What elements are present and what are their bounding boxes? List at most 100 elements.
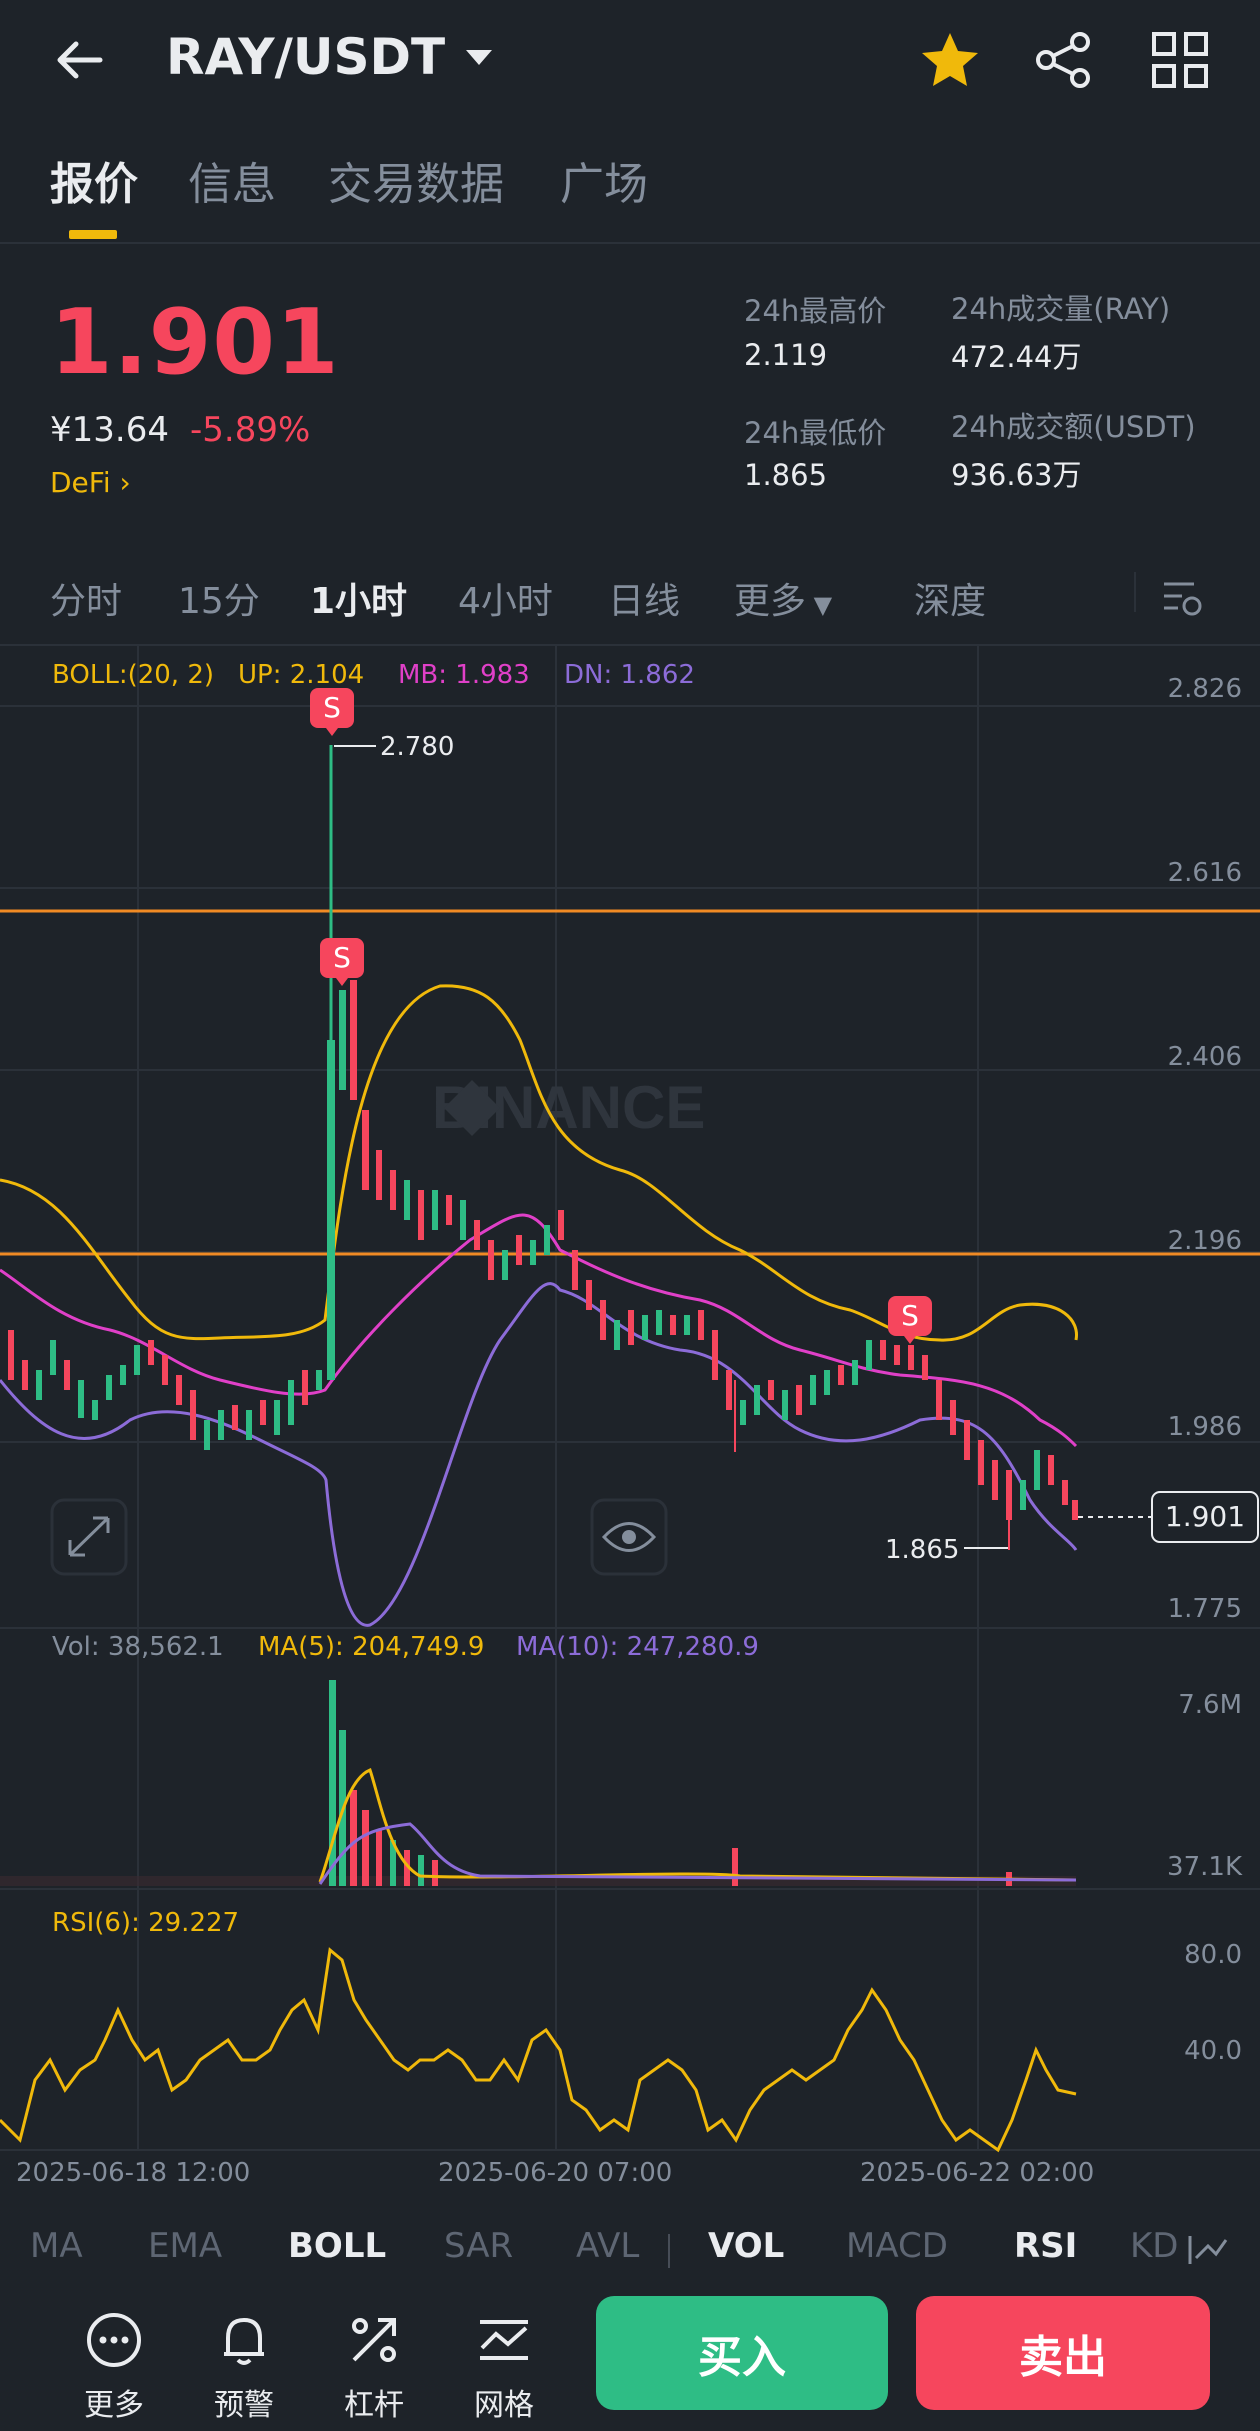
main-tabs: 报价 信息 交易数据 广场 bbox=[0, 148, 1260, 244]
candle bbox=[218, 1410, 224, 1440]
boll-up-line bbox=[0, 984, 1078, 1342]
grid-icon[interactable] bbox=[1148, 28, 1212, 92]
interval-depth[interactable]: 深度 bbox=[914, 572, 986, 624]
candle bbox=[964, 1420, 970, 1460]
candle bbox=[950, 1400, 956, 1435]
candle bbox=[390, 1170, 396, 1210]
tab-square[interactable]: 广场 bbox=[560, 148, 648, 212]
candle bbox=[516, 1235, 522, 1265]
price-axis-label: 1.986 bbox=[1167, 1412, 1242, 1442]
candle bbox=[866, 1340, 872, 1370]
candle bbox=[614, 1320, 620, 1350]
candle bbox=[204, 1420, 210, 1450]
candle bbox=[418, 1190, 424, 1240]
low-label: 24h最低价 bbox=[744, 416, 887, 450]
ind-tab-ma[interactable]: MA bbox=[30, 2226, 83, 2266]
high-label: 24h最高价 bbox=[744, 294, 887, 328]
candle bbox=[50, 1340, 56, 1375]
rsi-label: RSI(6): 29.227 bbox=[52, 1908, 240, 1938]
kline-chart[interactable]: BINANCE 2.780 1.865 S S S 1.901 bbox=[0, 645, 1260, 2205]
rsi-axis-label: 80.0 bbox=[1184, 1940, 1242, 1970]
svg-text:S: S bbox=[333, 941, 351, 974]
candles bbox=[8, 745, 1078, 1550]
leverage-icon bbox=[352, 2318, 396, 2362]
indicator-settings-icon[interactable] bbox=[1186, 2230, 1230, 2270]
candle bbox=[22, 1360, 28, 1390]
last-price: 1.901 bbox=[50, 290, 340, 395]
candle bbox=[726, 1370, 732, 1410]
interval-bar: 分时 15分 1小时 4小时 日线 更多 ▼ 深度 bbox=[0, 560, 1260, 646]
interval-15m[interactable]: 15分 bbox=[178, 572, 260, 624]
candle bbox=[852, 1360, 858, 1385]
expand-icon[interactable] bbox=[50, 1498, 128, 1576]
price-axis-label: 2.616 bbox=[1167, 858, 1242, 888]
ind-tab-vol[interactable]: VOL bbox=[708, 2226, 784, 2266]
sell-button[interactable]: 卖出 bbox=[916, 2296, 1210, 2410]
candle bbox=[796, 1385, 802, 1415]
candle bbox=[1072, 1500, 1078, 1520]
svg-text:S: S bbox=[323, 691, 341, 724]
tab-trading-data[interactable]: 交易数据 bbox=[328, 148, 504, 212]
interval-1d[interactable]: 日线 bbox=[608, 572, 680, 624]
interval-4h[interactable]: 4小时 bbox=[458, 572, 553, 624]
candle bbox=[274, 1400, 280, 1435]
interval-1h[interactable]: 1小时 bbox=[310, 572, 407, 624]
candle bbox=[362, 1110, 369, 1190]
candle bbox=[530, 1240, 536, 1265]
low-value: 1.865 bbox=[744, 458, 828, 492]
ind-tab-boll[interactable]: BOLL bbox=[288, 2226, 386, 2266]
chart-settings-icon[interactable] bbox=[1158, 574, 1206, 622]
sell-signal-icon[interactable]: S bbox=[320, 938, 364, 986]
rsi-axis-label: 40.0 bbox=[1184, 2036, 1242, 2066]
ind-tab-avl[interactable]: AVL bbox=[576, 2226, 639, 2266]
eye-icon[interactable] bbox=[590, 1498, 668, 1576]
candle bbox=[302, 1370, 308, 1405]
more-icon bbox=[87, 2313, 141, 2367]
star-icon[interactable] bbox=[918, 28, 982, 92]
candle bbox=[978, 1440, 984, 1485]
vol-ma5: MA(5): 204,749.9 bbox=[258, 1632, 485, 1662]
grid-trading-icon bbox=[480, 2320, 528, 2360]
ind-tab-ema[interactable]: EMA bbox=[148, 2226, 222, 2266]
candle bbox=[446, 1195, 452, 1225]
caret-down-icon[interactable] bbox=[466, 50, 492, 65]
action-alert[interactable]: 预警 bbox=[194, 2310, 294, 2424]
ind-tab-kd[interactable]: KD bbox=[1130, 2226, 1178, 2266]
category-label: DeFi bbox=[50, 466, 111, 499]
low-marker: 1.865 bbox=[885, 1535, 959, 1565]
back-arrow-icon[interactable] bbox=[50, 30, 110, 90]
ind-tab-macd[interactable]: MACD bbox=[846, 2226, 948, 2266]
action-more[interactable]: 更多 bbox=[64, 2310, 164, 2424]
action-alert-label: 预警 bbox=[214, 2388, 274, 2423]
action-leverage[interactable]: 杠杆 bbox=[324, 2310, 424, 2424]
candle bbox=[8, 1330, 14, 1380]
ind-tab-sar[interactable]: SAR bbox=[444, 2226, 513, 2266]
tab-info[interactable]: 信息 bbox=[188, 148, 276, 212]
candle bbox=[1034, 1450, 1040, 1490]
interval-time[interactable]: 分时 bbox=[50, 572, 122, 624]
ind-tab-rsi[interactable]: RSI bbox=[1014, 2226, 1077, 2266]
candle bbox=[232, 1405, 238, 1430]
sell-signal-icon[interactable]: S bbox=[888, 1296, 932, 1344]
candle bbox=[894, 1345, 900, 1365]
candle bbox=[190, 1390, 196, 1440]
caret-down-icon: ▼ bbox=[806, 591, 833, 619]
chevron-right-icon: › bbox=[110, 466, 131, 499]
price-axis-label: 2.406 bbox=[1167, 1042, 1242, 1072]
category-tag[interactable]: DeFi › bbox=[50, 466, 131, 499]
share-icon[interactable] bbox=[1032, 28, 1096, 92]
active-tab-indicator bbox=[69, 230, 117, 239]
vol-base-label: 24h成交量(RAY) bbox=[951, 292, 1171, 326]
candle bbox=[642, 1315, 648, 1340]
action-grid[interactable]: 网格 bbox=[454, 2310, 554, 2424]
buy-button[interactable]: 买入 bbox=[596, 2296, 888, 2410]
candle bbox=[327, 1040, 335, 1380]
candle bbox=[558, 1210, 564, 1240]
vol-axis-label: 37.1K bbox=[1167, 1852, 1242, 1882]
interval-more[interactable]: 更多 ▼ bbox=[734, 572, 832, 624]
divider bbox=[1134, 572, 1136, 612]
sell-signal-icon[interactable]: S bbox=[310, 688, 354, 736]
tab-quote[interactable]: 报价 bbox=[50, 148, 138, 212]
pair-title[interactable]: RAY/USDT bbox=[166, 28, 445, 86]
candle bbox=[502, 1250, 508, 1280]
